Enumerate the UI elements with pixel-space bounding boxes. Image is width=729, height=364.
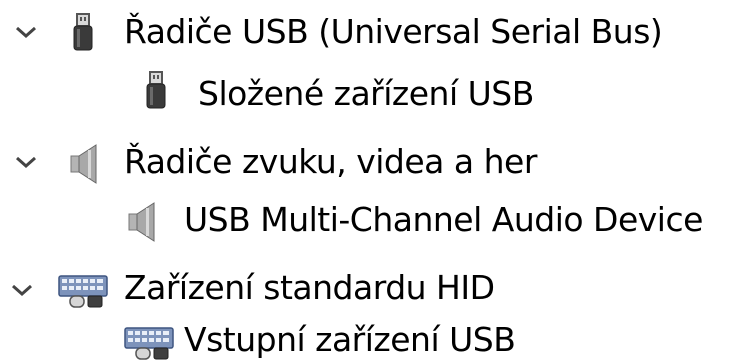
- tree-item-label: Složené zařízení USB: [198, 74, 534, 113]
- tree-category-label: Řadiče zvuku, videa a her: [124, 142, 537, 181]
- usb-plug-icon: [73, 13, 93, 51]
- tree-category-label: Zařízení standardu HID: [124, 268, 495, 307]
- hid-keyboard-icon: [58, 275, 108, 308]
- hid-keyboard-icon: [124, 327, 174, 360]
- speaker-icon: [70, 144, 97, 184]
- tree-category-label: Řadiče USB (Universal Serial Bus): [124, 12, 663, 51]
- chevron-down-icon[interactable]: [14, 22, 38, 42]
- chevron-down-icon[interactable]: [14, 152, 38, 172]
- device-tree: Řadiče USB (Universal Serial Bus) Složen…: [0, 0, 729, 363]
- tree-item-label: Vstupní zařízení USB: [184, 320, 516, 359]
- chevron-down-icon[interactable]: [10, 280, 34, 300]
- speaker-icon: [128, 202, 155, 242]
- tree-item-label: USB Multi-Channel Audio Device: [184, 200, 703, 239]
- usb-plug-icon: [146, 71, 166, 109]
